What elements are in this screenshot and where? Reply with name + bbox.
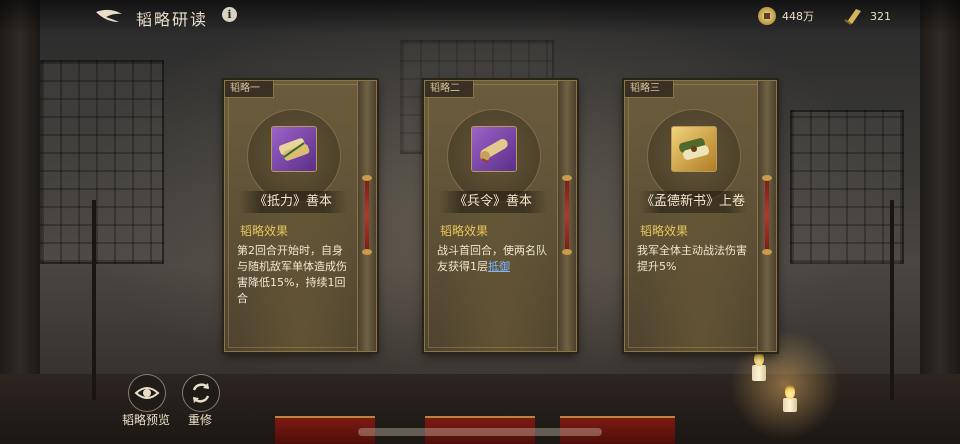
- info-icon[interactable]: i: [222, 7, 237, 22]
- card-tab-label: 韬略三: [625, 81, 674, 98]
- refresh-icon: [192, 383, 210, 403]
- back-button[interactable]: [92, 6, 126, 26]
- effect-keyword-link[interactable]: 抵御: [488, 260, 510, 273]
- rail-scroll-bar: [762, 175, 772, 255]
- effect-text: 我军全体主动战法伤害提升5%: [637, 243, 752, 275]
- preview-button[interactable]: [128, 374, 166, 412]
- effect-title: 韬略效果: [640, 224, 689, 238]
- card-side-rail: [757, 81, 776, 351]
- coin-count: 448万: [782, 10, 814, 23]
- candle-flame: [754, 350, 764, 366]
- scroll-count: 321: [870, 9, 891, 23]
- effect-text: 战斗首回合，使两名队友获得1层抵御: [437, 243, 552, 275]
- rail-scroll-bar: [362, 175, 372, 255]
- effect-description: 我军全体主动战法伤害提升5%: [637, 244, 747, 273]
- bg-lamp-stand: [890, 200, 894, 400]
- resource-coins: 448万: [758, 6, 814, 26]
- strategy-card-3[interactable]: 韬略三 《孟德新书》上卷 韬略效果 我军全体主动战法伤害提升5%: [624, 80, 777, 352]
- card-tab-label: 韬略一: [225, 81, 274, 98]
- coin-icon: [758, 7, 776, 25]
- resource-scrolls: 321: [844, 6, 891, 26]
- candle: [783, 398, 797, 412]
- back-arrow-icon: [96, 9, 122, 22]
- reroll-button[interactable]: [182, 374, 220, 412]
- book-name: 《抵力》善本: [239, 191, 347, 213]
- book-name: 《兵令》善本: [439, 191, 547, 213]
- candle: [752, 365, 766, 381]
- page-title: 韬略研读: [136, 10, 209, 29]
- preview-button-label[interactable]: 韬略预览: [122, 411, 170, 428]
- reroll-button-label[interactable]: 重修: [188, 411, 212, 428]
- card-side-rail: [357, 81, 376, 351]
- bottom-drag-handle[interactable]: [358, 428, 602, 436]
- scroll-bundle-icon[interactable]: [271, 126, 317, 172]
- effect-description: 第2回合开始时，自身与随机敌军单体造成伤害降低15%，持续1回合: [237, 244, 347, 305]
- candle-flame: [785, 383, 795, 399]
- top-bar: 韬略研读 i 448万 321: [0, 0, 960, 34]
- bg-window: [790, 110, 904, 264]
- eye-icon: [134, 387, 160, 399]
- book-name: 《孟德新书》上卷: [639, 191, 747, 213]
- scroll-bundle-icon[interactable]: [671, 126, 717, 172]
- strategy-card-1[interactable]: 韬略一 《抵力》善本 韬略效果 第2回合开始时，自身与随机敌军单体造成伤害降低1…: [224, 80, 377, 352]
- effect-title: 韬略效果: [240, 224, 289, 238]
- strategy-card-2[interactable]: 韬略二 《兵令》善本 韬略效果 战斗首回合，使两名队友获得1层抵御: [424, 80, 577, 352]
- scroll-icon: [844, 7, 864, 25]
- bg-lamp-stand: [92, 200, 96, 400]
- card-side-rail: [557, 81, 576, 351]
- effect-text: 第2回合开始时，自身与随机敌军单体造成伤害降低15%，持续1回合: [237, 243, 352, 307]
- effect-title: 韬略效果: [440, 224, 489, 238]
- scroll-roll-icon[interactable]: [471, 126, 517, 172]
- card-tab-label: 韬略二: [425, 81, 474, 98]
- bg-window: [40, 60, 164, 264]
- rail-scroll-bar: [562, 175, 572, 255]
